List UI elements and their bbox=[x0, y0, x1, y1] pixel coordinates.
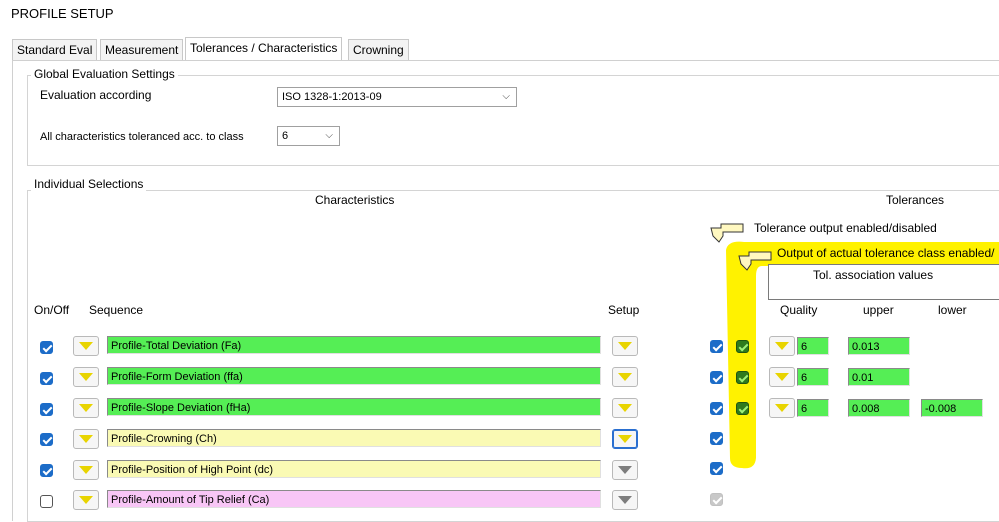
chevron-down-icon: ⌵ bbox=[325, 130, 333, 141]
tab-crowning[interactable]: Crowning bbox=[348, 39, 409, 61]
col-onoff: On/Off bbox=[34, 303, 70, 317]
col-setup: Setup bbox=[608, 303, 640, 317]
pointing-hand-icon bbox=[710, 223, 744, 243]
col-quality: Quality bbox=[780, 303, 818, 317]
quality-button[interactable] bbox=[769, 398, 795, 418]
characteristic-name[interactable]: Profile-Total Deviation (Fa) bbox=[107, 336, 601, 354]
tolerance-output-checkbox[interactable] bbox=[710, 340, 723, 353]
evaluation-according-select[interactable]: ISO 1328-1:2013-09 ⌵ bbox=[277, 87, 517, 107]
upper-field[interactable]: 0.008 bbox=[848, 399, 910, 417]
yellow-down-triangle-icon bbox=[618, 373, 632, 381]
tolerance-output-checkbox[interactable] bbox=[710, 493, 723, 506]
actual-class-checkbox[interactable] bbox=[736, 402, 749, 415]
sequence-button[interactable] bbox=[73, 336, 99, 356]
setup-button[interactable] bbox=[612, 336, 638, 356]
window-title: PROFILE SETUP bbox=[11, 6, 114, 21]
quality-button[interactable] bbox=[769, 336, 795, 356]
quality-field[interactable]: 6 bbox=[797, 399, 829, 417]
upper-field[interactable]: 0.01 bbox=[848, 368, 910, 386]
yellow-down-triangle-icon bbox=[775, 342, 789, 350]
yellow-down-triangle-icon bbox=[618, 404, 632, 412]
individual-selections-legend: Individual Selections bbox=[31, 177, 147, 191]
lower-field[interactable]: -0.008 bbox=[921, 399, 983, 417]
tab-standard-eval[interactable]: Standard Eval bbox=[12, 39, 98, 61]
setup-button[interactable] bbox=[612, 429, 638, 449]
characteristic-name[interactable]: Profile-Amount of Tip Relief (Ca) bbox=[107, 490, 601, 508]
class-select[interactable]: 6 ⌵ bbox=[277, 126, 340, 146]
actual-class-output-label: Output of actual tolerance class enabled… bbox=[777, 246, 995, 260]
onoff-checkbox[interactable] bbox=[40, 403, 53, 416]
sequence-button[interactable] bbox=[73, 490, 99, 510]
evaluation-according-label: Evaluation according bbox=[40, 88, 152, 102]
tol-association-label: Tol. association values bbox=[813, 268, 934, 282]
yellow-down-triangle-icon bbox=[79, 342, 93, 350]
yellow-down-triangle-icon bbox=[618, 342, 632, 350]
actual-class-checkbox[interactable] bbox=[736, 371, 749, 384]
class-value: 6 bbox=[282, 130, 289, 142]
sequence-button[interactable] bbox=[73, 367, 99, 387]
characteristic-name[interactable]: Profile-Crowning (Ch) bbox=[107, 429, 601, 447]
tolerance-output-checkbox[interactable] bbox=[710, 462, 723, 475]
sequence-button[interactable] bbox=[73, 398, 99, 418]
chevron-down-icon: ⌵ bbox=[502, 91, 510, 102]
class-label: All characteristics toleranced acc. to c… bbox=[40, 131, 244, 143]
characteristic-name[interactable]: Profile-Position of High Point (dc) bbox=[107, 460, 601, 478]
evaluation-according-value: ISO 1328-1:2013-09 bbox=[282, 91, 382, 103]
col-lower: lower bbox=[938, 303, 967, 317]
yellow-down-triangle-icon bbox=[79, 496, 93, 504]
yellow-down-triangle-icon bbox=[79, 435, 93, 443]
tab-tolerances-characteristics[interactable]: Tolerances / Characteristics bbox=[185, 37, 343, 61]
actual-class-checkbox[interactable] bbox=[736, 340, 749, 353]
tolerance-output-label: Tolerance output enabled/disabled bbox=[754, 221, 937, 235]
sequence-button[interactable] bbox=[73, 460, 99, 480]
tab-strip: Standard Eval Measurement Tolerances / C… bbox=[0, 37, 999, 61]
yellow-down-triangle-icon bbox=[79, 404, 93, 412]
tolerance-output-checkbox[interactable] bbox=[710, 432, 723, 445]
setup-button[interactable] bbox=[612, 460, 638, 480]
characteristics-header: Characteristics bbox=[315, 193, 395, 207]
gray-down-triangle-icon bbox=[618, 466, 632, 474]
col-upper: upper bbox=[863, 303, 894, 317]
onoff-checkbox[interactable] bbox=[40, 372, 53, 385]
setup-button[interactable] bbox=[612, 367, 638, 387]
onoff-checkbox[interactable] bbox=[40, 464, 53, 477]
tab-measurement[interactable]: Measurement bbox=[100, 39, 184, 61]
characteristic-name[interactable]: Profile-Slope Deviation (fHa) bbox=[107, 398, 601, 416]
quality-field[interactable]: 6 bbox=[797, 368, 829, 386]
yellow-down-triangle-icon bbox=[775, 373, 789, 381]
global-settings-legend: Global Evaluation Settings bbox=[31, 67, 178, 81]
characteristic-name[interactable]: Profile-Form Deviation (ffa) bbox=[107, 367, 601, 385]
tolerance-output-checkbox[interactable] bbox=[710, 402, 723, 415]
tolerance-output-checkbox[interactable] bbox=[710, 371, 723, 384]
yellow-down-triangle-icon bbox=[79, 466, 93, 474]
sequence-button[interactable] bbox=[73, 429, 99, 449]
col-sequence: Sequence bbox=[89, 303, 144, 317]
upper-field[interactable]: 0.013 bbox=[848, 337, 910, 355]
setup-button[interactable] bbox=[612, 490, 638, 510]
onoff-checkbox[interactable] bbox=[40, 341, 53, 354]
yellow-down-triangle-icon bbox=[79, 373, 93, 381]
setup-button[interactable] bbox=[612, 398, 638, 418]
yellow-down-triangle-icon bbox=[775, 404, 789, 412]
quality-field[interactable]: 6 bbox=[797, 337, 829, 355]
tolerances-header: Tolerances bbox=[886, 193, 945, 207]
onoff-checkbox[interactable] bbox=[40, 495, 53, 508]
onoff-checkbox[interactable] bbox=[40, 433, 53, 446]
quality-button[interactable] bbox=[769, 367, 795, 387]
yellow-down-triangle-icon bbox=[618, 435, 632, 443]
gray-down-triangle-icon bbox=[618, 496, 632, 504]
